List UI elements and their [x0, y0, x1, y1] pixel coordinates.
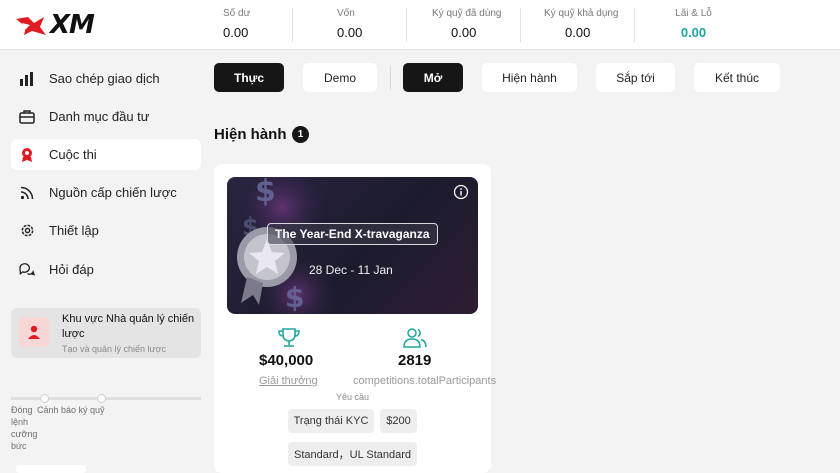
equity-label: Vốn: [337, 8, 355, 19]
svg-text:$: $: [255, 177, 276, 209]
competition-card[interactable]: $ $ $ The Year-End X-travaganza 28 Dec -…: [214, 164, 496, 473]
sidebar-item-copy-trading[interactable]: Sao chép giao dịch: [11, 63, 201, 94]
header-divider: [292, 8, 293, 42]
filter-open-button[interactable]: Mở: [403, 63, 463, 92]
free-margin-label: Ký quỹ khả dụng: [544, 8, 619, 19]
filter-real-button[interactable]: Thực: [214, 63, 284, 92]
requirement-chip: $200: [380, 409, 417, 433]
gear-icon: [19, 223, 35, 239]
top-bar: XM Số dư 0.00 Vốn 0.00 Ký quỹ đã dùng 0.…: [0, 0, 840, 50]
award-icon: [19, 147, 35, 163]
prize-label[interactable]: Giải thưởng: [259, 375, 318, 387]
filter-divider: [390, 66, 391, 90]
pnl-value: 0.00: [680, 25, 707, 40]
sidebar-item-label: Danh mục đầu tư: [49, 109, 150, 124]
info-icon[interactable]: [453, 184, 469, 200]
sidebar-item-label: Thiết lập: [49, 223, 99, 238]
equity-stat: Vốn 0.00: [337, 8, 362, 40]
manager-card-title: Khu vực Nhà quản lý chiến lược: [62, 313, 195, 340]
section-title: Hiện hành: [214, 126, 287, 143]
svg-text:$: $: [285, 281, 304, 314]
xm-logo-mark-icon: [16, 17, 46, 35]
bar-chart-icon: [19, 71, 35, 87]
margin-call-knob[interactable]: [97, 394, 106, 403]
sidebar-item-label: Nguồn cấp chiến lược: [49, 185, 177, 200]
sidebar-item-portfolio[interactable]: Danh mục đầu tư: [11, 101, 201, 132]
xm-logo[interactable]: XM: [14, 10, 106, 40]
stop-out-knob[interactable]: [40, 394, 49, 403]
pnl-label: Lãi & Lỗ: [675, 8, 712, 19]
competition-dates: 28 Dec - 11 Jan: [309, 263, 393, 277]
sidebar-item-label: Sao chép giao dịch: [49, 71, 160, 86]
manager-card-subtitle: Tạo và quản lý chiến lược: [62, 344, 166, 354]
free-margin-value: 0.00: [565, 25, 591, 40]
participants-label: competitions.totalParticipants: [353, 375, 497, 387]
section-count-badge: 1: [292, 126, 309, 143]
header-divider: [634, 8, 635, 42]
filter-upcoming-button[interactable]: Sắp tới: [596, 63, 675, 92]
requirements-label: Yêu cầu: [335, 392, 370, 402]
participants-value: 2819: [398, 352, 432, 369]
sidebar-item-settings[interactable]: Thiết lập: [11, 215, 201, 246]
competition-banner[interactable]: $ $ $ The Year-End X-travaganza 28 Dec -…: [227, 177, 478, 314]
feed-icon: [19, 185, 35, 201]
used-margin-value: 0.00: [451, 25, 477, 40]
briefcase-icon: [19, 109, 35, 125]
banner-artwork-icon: $ $ $: [237, 177, 337, 314]
sidebar-item-strategy-feed[interactable]: Nguồn cấp chiến lược: [11, 177, 201, 208]
requirement-chip: Trạng thái KYC: [288, 409, 374, 433]
prize-value: $40,000: [259, 352, 314, 369]
header-divider: [406, 8, 407, 42]
balance-stat: Số dư 0.00: [223, 8, 250, 40]
sidebar-item-label: Hỏi đáp: [49, 262, 94, 277]
used-margin-label: Ký quỹ đã dùng: [432, 8, 502, 19]
equity-value: 0.00: [337, 25, 363, 40]
filter-demo-button[interactable]: Demo: [303, 63, 377, 92]
strategy-manager-card[interactable]: Khu vực Nhà quản lý chiến lược Tạo và qu…: [11, 308, 201, 358]
trophy-icon: [277, 327, 301, 349]
competition-title: The Year-End X-travaganza: [267, 223, 438, 245]
sidebar-item-label: Cuộc thi: [49, 147, 97, 162]
margin-call-label: Cảnh báo ký quỹ: [37, 405, 105, 415]
requirement-chip: Standard，UL Standard: [288, 442, 417, 466]
filter-ended-button[interactable]: Kết thúc: [694, 63, 780, 92]
logo-text: XM: [50, 10, 95, 40]
manager-avatar-icon: [19, 317, 49, 347]
chat-icon: [19, 262, 35, 278]
header-divider: [520, 8, 521, 42]
sidebar: Sao chép giao dịch Danh mục đầu tư Cuộc …: [0, 50, 210, 473]
participants-icon: [403, 327, 427, 349]
sidebar-bottom-button[interactable]: [16, 465, 86, 473]
used-margin-stat: Ký quỹ đã dùng 0.00: [432, 8, 502, 40]
balance-value: 0.00: [223, 25, 249, 40]
balance-label: Số dư: [223, 8, 251, 19]
sidebar-item-faq[interactable]: Hỏi đáp: [11, 254, 201, 285]
filter-current-button[interactable]: Hiện hành: [482, 63, 577, 92]
sidebar-item-competitions[interactable]: Cuộc thi: [11, 139, 201, 170]
pnl-stat: Lãi & Lỗ 0.00: [666, 8, 721, 40]
free-margin-stat: Ký quỹ khả dụng 0.00: [544, 8, 619, 40]
